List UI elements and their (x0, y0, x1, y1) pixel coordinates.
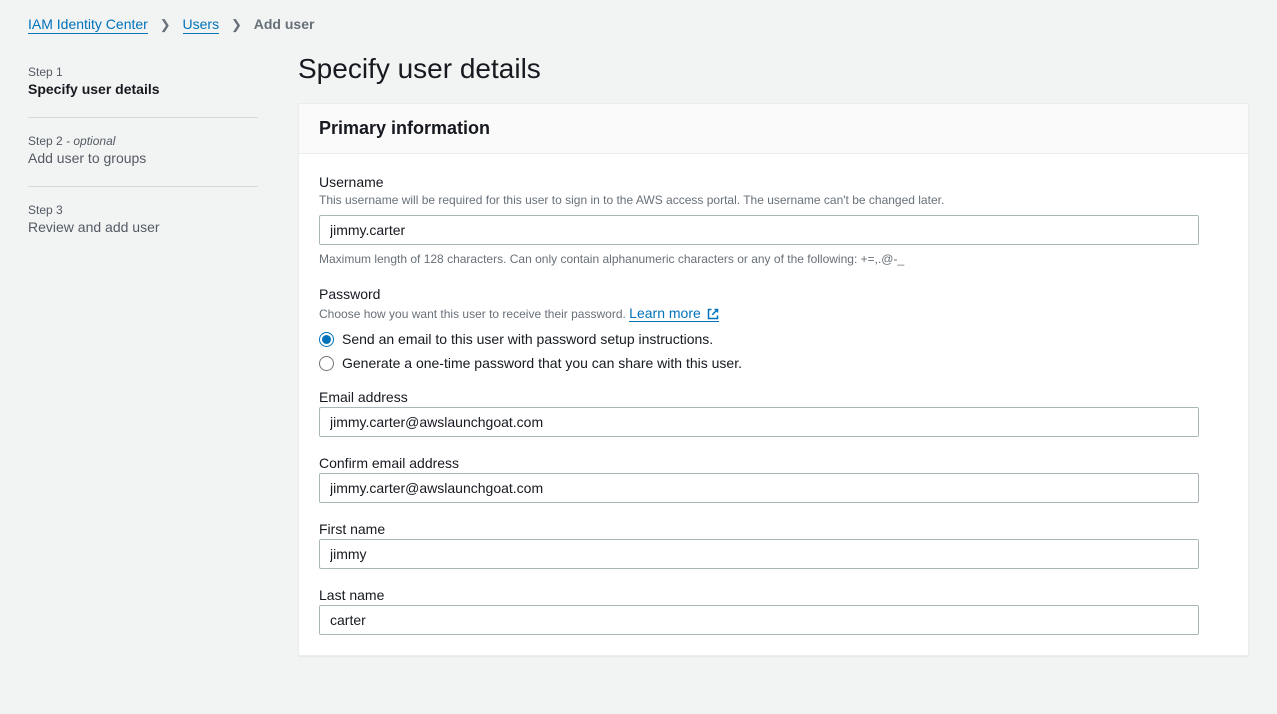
last-name-field: Last name (319, 587, 1228, 635)
breadcrumb-users[interactable]: Users (183, 16, 220, 34)
last-name-input[interactable] (319, 605, 1199, 635)
wizard-step-1[interactable]: Step 1 Specify user details (28, 57, 258, 105)
password-radio-generate-label[interactable]: Generate a one-time password that you ca… (342, 355, 742, 371)
panel-heading: Primary information (319, 118, 1228, 139)
chevron-right-icon: ❯ (231, 17, 242, 32)
password-radio-email-label[interactable]: Send an email to this user with password… (342, 331, 713, 347)
breadcrumb-current: Add user (254, 16, 315, 32)
step-number: Step 3 (28, 203, 258, 217)
password-radio-email[interactable] (319, 332, 334, 347)
password-field: Password Choose how you want this user t… (319, 286, 1228, 372)
step-number: Step 1 (28, 65, 258, 79)
wizard-nav: Step 1 Specify user details Step 2 - opt… (28, 49, 258, 656)
wizard-step-3[interactable]: Step 3 Review and add user (28, 186, 258, 243)
panel-header: Primary information (299, 104, 1248, 154)
learn-more-link[interactable]: Learn more (629, 305, 718, 322)
username-input[interactable] (319, 215, 1199, 245)
username-label: Username (319, 174, 1228, 190)
username-field: Username This username will be required … (319, 174, 1228, 268)
step-number: Step 2 - optional (28, 134, 258, 148)
primary-information-panel: Primary information Username This userna… (298, 103, 1249, 656)
step-title: Review and add user (28, 219, 258, 235)
breadcrumb-root[interactable]: IAM Identity Center (28, 16, 148, 34)
confirm-email-field: Confirm email address (319, 455, 1228, 503)
email-label: Email address (319, 389, 1228, 405)
page-title: Specify user details (298, 49, 1249, 85)
main-content: Specify user details Primary information… (298, 49, 1249, 656)
external-link-icon (707, 306, 719, 326)
password-option-email[interactable]: Send an email to this user with password… (319, 331, 1228, 347)
first-name-label: First name (319, 521, 1228, 537)
username-desc: This username will be required for this … (319, 192, 1228, 209)
last-name-label: Last name (319, 587, 1228, 603)
step-title: Specify user details (28, 81, 258, 97)
password-option-generate[interactable]: Generate a one-time password that you ca… (319, 355, 1228, 371)
wizard-step-2[interactable]: Step 2 - optional Add user to groups (28, 117, 258, 174)
confirm-email-label: Confirm email address (319, 455, 1228, 471)
password-radio-generate[interactable] (319, 356, 334, 371)
first-name-input[interactable] (319, 539, 1199, 569)
email-input[interactable] (319, 407, 1199, 437)
chevron-right-icon: ❯ (160, 17, 171, 32)
email-field: Email address (319, 389, 1228, 437)
password-label: Password (319, 286, 1228, 302)
step-title: Add user to groups (28, 150, 258, 166)
breadcrumb: IAM Identity Center ❯ Users ❯ Add user (0, 0, 1277, 49)
confirm-email-input[interactable] (319, 473, 1199, 503)
password-desc: Choose how you want this user to receive… (319, 304, 1228, 326)
first-name-field: First name (319, 521, 1228, 569)
username-hint: Maximum length of 128 characters. Can on… (319, 251, 1228, 268)
